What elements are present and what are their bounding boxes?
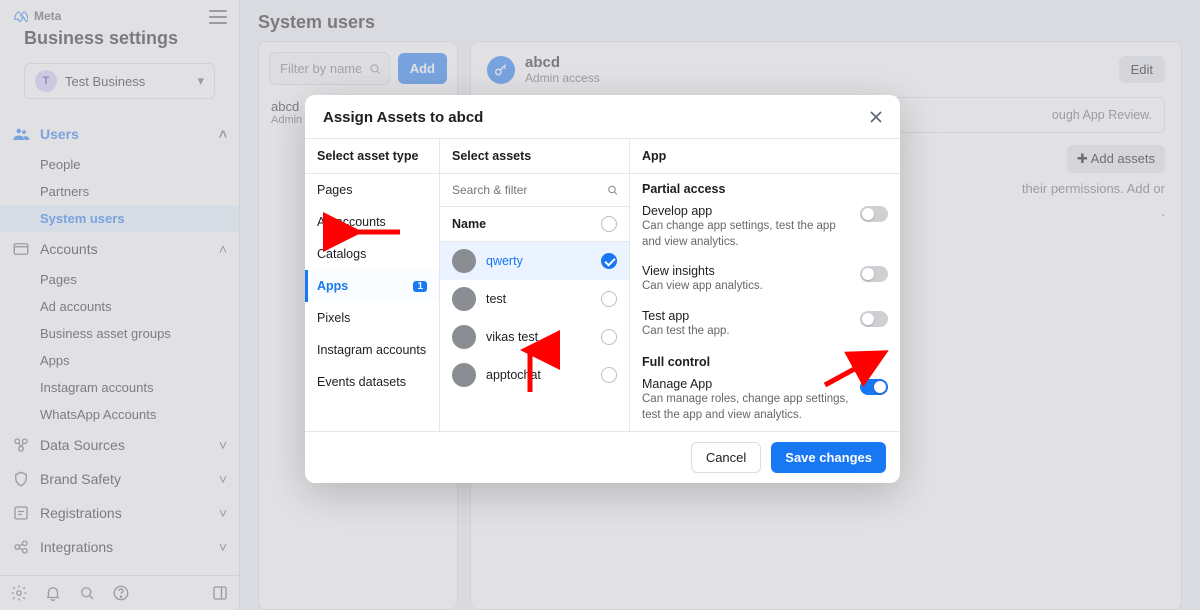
- modal-title: Assign Assets to abcd: [323, 109, 483, 126]
- close-icon[interactable]: [866, 107, 886, 127]
- asset-name-header[interactable]: Name: [440, 207, 629, 242]
- modal-col-permissions: App Partial access Develop app Can chang…: [630, 139, 900, 431]
- save-changes-button[interactable]: Save changes: [771, 442, 886, 473]
- perm-name: Develop app: [642, 204, 852, 218]
- perm-desc: Can change app settings, test the app an…: [642, 219, 852, 250]
- asset-search-input[interactable]: [440, 174, 629, 206]
- asset-name-header-label: Name: [452, 217, 486, 231]
- cancel-button[interactable]: Cancel: [691, 442, 761, 473]
- asset-radio[interactable]: [601, 367, 617, 383]
- asset-radio[interactable]: [601, 329, 617, 345]
- asset-search-wrapper: [440, 174, 629, 207]
- asset-row-qwerty[interactable]: qwerty: [440, 242, 629, 280]
- app-icon: [452, 325, 476, 349]
- apps-count-badge: 1: [413, 281, 427, 292]
- toggle-develop-app[interactable]: [860, 206, 888, 222]
- type-item-ad-accounts[interactable]: Ad accounts: [305, 206, 439, 238]
- asset-radio[interactable]: [601, 291, 617, 307]
- asset-row-apptochat[interactable]: apptochat: [440, 356, 629, 394]
- asset-row-test[interactable]: test: [440, 280, 629, 318]
- asset-radio[interactable]: [601, 253, 617, 269]
- asset-label: apptochat: [486, 368, 541, 382]
- app-icon: [452, 249, 476, 273]
- toggle-manage-app[interactable]: [860, 379, 888, 395]
- assign-assets-modal: Assign Assets to abcd Select asset type …: [305, 95, 900, 483]
- perm-name: Manage App: [642, 377, 852, 391]
- perms-header: App: [630, 139, 900, 174]
- asset-label: qwerty: [486, 254, 523, 268]
- type-item-apps-label: Apps: [317, 279, 348, 293]
- assets-header: Select assets: [440, 139, 629, 174]
- asset-label: test: [486, 292, 506, 306]
- types-header: Select asset type: [305, 139, 439, 174]
- full-control-title: Full control: [630, 347, 900, 371]
- app-icon: [452, 363, 476, 387]
- perm-manage-app: Manage App Can manage roles, change app …: [630, 371, 900, 431]
- type-item-events-datasets[interactable]: Events datasets: [305, 366, 439, 398]
- type-item-pages[interactable]: Pages: [305, 174, 439, 206]
- perm-name: View insights: [642, 264, 852, 278]
- select-all-radio[interactable]: [601, 216, 617, 232]
- modal-col-types: Select asset type Pages Ad accounts Cata…: [305, 139, 440, 431]
- type-item-apps[interactable]: Apps 1: [305, 270, 439, 302]
- partial-access-title: Partial access: [630, 174, 900, 198]
- type-item-pixels[interactable]: Pixels: [305, 302, 439, 334]
- asset-row-vikas-test[interactable]: vikas test: [440, 318, 629, 356]
- modal-col-assets: Select assets Name qwerty test vi: [440, 139, 630, 431]
- perm-desc: Can manage roles, change app settings, t…: [642, 392, 852, 423]
- perm-view-insights: View insights Can view app analytics.: [630, 258, 900, 303]
- app-icon: [452, 287, 476, 311]
- type-item-instagram[interactable]: Instagram accounts: [305, 334, 439, 366]
- perm-desc: Can test the app.: [642, 324, 852, 340]
- asset-label: vikas test: [486, 330, 538, 344]
- perm-develop-app: Develop app Can change app settings, tes…: [630, 198, 900, 258]
- toggle-test-app[interactable]: [860, 311, 888, 327]
- type-item-catalogs[interactable]: Catalogs: [305, 238, 439, 270]
- perm-desc: Can view app analytics.: [642, 279, 852, 295]
- toggle-view-insights[interactable]: [860, 266, 888, 282]
- search-icon: [606, 184, 619, 197]
- perm-test-app: Test app Can test the app.: [630, 303, 900, 348]
- perm-name: Test app: [642, 309, 852, 323]
